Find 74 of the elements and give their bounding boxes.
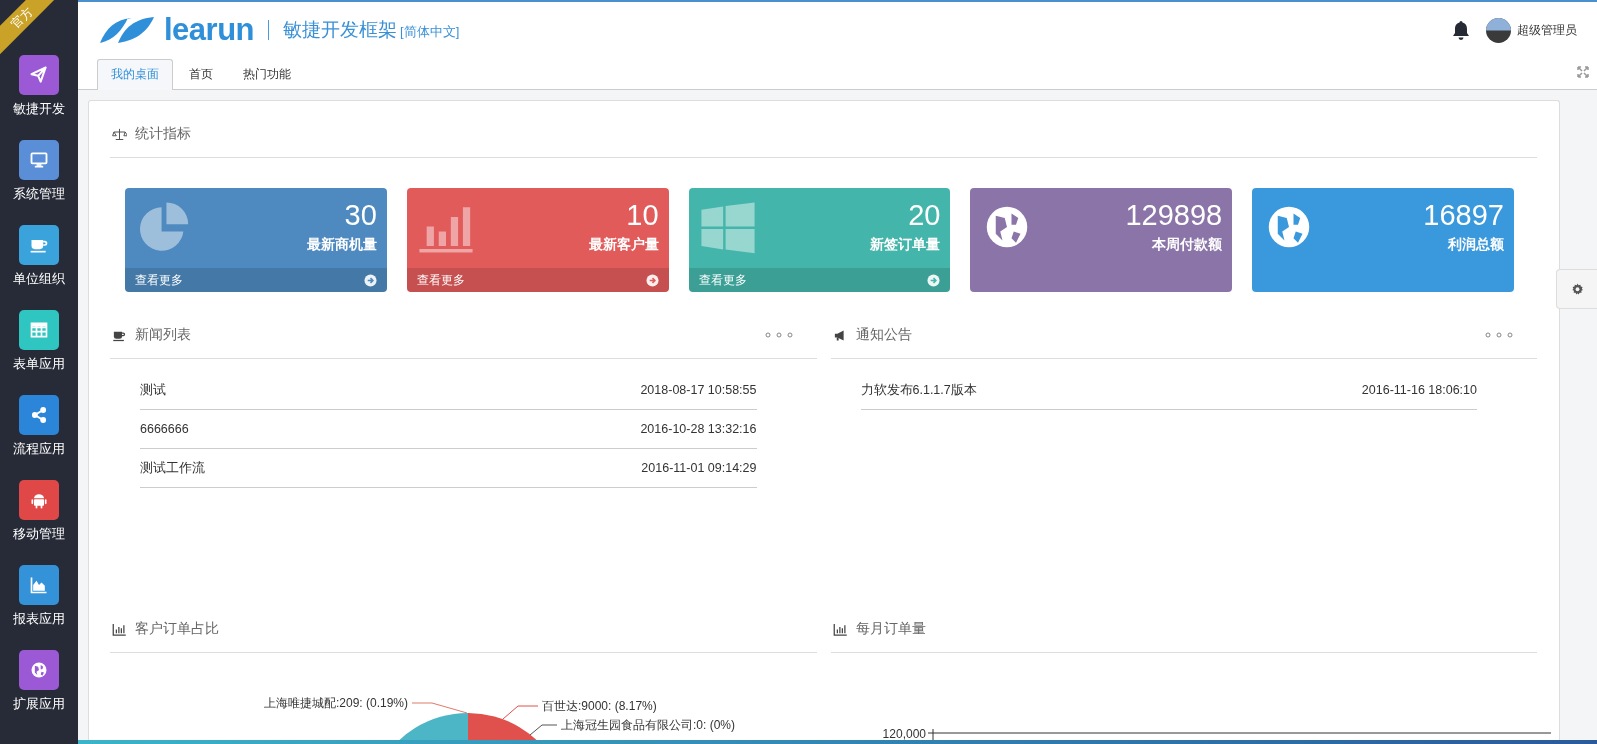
stat-value: 16897 — [1423, 198, 1504, 232]
balance-scale-icon — [112, 126, 127, 142]
list-item-title[interactable]: 测试 — [140, 381, 166, 399]
more-dots-icon[interactable] — [764, 332, 793, 338]
sidebar-item-label[interactable]: 报表应用 — [13, 611, 65, 628]
sidebar-item-label[interactable]: 移动管理 — [13, 526, 65, 543]
stat-value: 30 — [344, 198, 377, 232]
more-dots-icon[interactable] — [1485, 332, 1513, 338]
stat-value: 129898 — [1125, 198, 1223, 232]
bell-icon[interactable] — [1452, 20, 1470, 40]
list-item-time: 2016-11-16 18:06:10 — [1361, 383, 1477, 397]
leader-line — [529, 724, 558, 736]
settings-tab[interactable] — [1556, 269, 1597, 309]
chart-label: 百世达:9000: (8.17%) — [542, 699, 657, 713]
stat-value: 10 — [626, 198, 659, 232]
paper-plane-icon — [29, 65, 49, 85]
stat-label: 利润总额 — [1448, 236, 1504, 254]
sidebar-item-label[interactable]: 系统管理 — [13, 186, 65, 203]
sidebar-item-label[interactable]: 单位组织 — [13, 271, 65, 288]
menu-icon-tile[interactable] — [19, 140, 59, 180]
fullscreen-icon[interactable] — [1577, 66, 1589, 78]
logo-text: learun — [164, 12, 255, 48]
sidebar-item-label[interactable]: 敏捷开发 — [13, 101, 65, 118]
language-link[interactable]: [简体中文] — [400, 23, 460, 41]
list-item-time: 2016-10-28 13:32:16 — [640, 422, 757, 436]
section-title: 统计指标 — [135, 125, 192, 143]
sidebar-item-label[interactable]: 流程应用 — [13, 441, 65, 458]
menu-icon-tile[interactable] — [19, 225, 59, 265]
globe-icon — [29, 660, 49, 680]
stat-label: 最新商机量 — [306, 236, 377, 254]
user-name[interactable]: 超级管理员 — [1517, 21, 1577, 39]
chart-label: 上海唯捷城配:209: (0.19%) — [263, 696, 408, 710]
list-item-title[interactable]: 测试工作流 — [140, 459, 205, 477]
list-item-time: 2018-08-17 10:58:55 — [640, 383, 757, 397]
menu-icon-tile[interactable] — [19, 310, 59, 350]
bar-chart-icon — [832, 621, 848, 637]
section-title: 每月订单量 — [855, 620, 927, 638]
view-more-link[interactable]: 查看更多 — [135, 271, 183, 289]
arrow-circle-icon[interactable] — [927, 273, 941, 287]
section-title: 通知公告 — [855, 326, 913, 344]
menu-icon-tile[interactable] — [19, 395, 59, 435]
stat-value: 20 — [908, 198, 941, 232]
stat-label: 本周付款额 — [1152, 236, 1223, 254]
list-item-title[interactable]: 6666666 — [140, 422, 189, 436]
section-title: 客户订单占比 — [135, 620, 220, 638]
area-chart-icon — [29, 575, 49, 595]
menu-icon-tile[interactable] — [19, 565, 59, 605]
monitor-icon — [29, 150, 49, 170]
arrow-circle-icon[interactable] — [363, 273, 377, 287]
list-item-time: 2016-11-01 09:14:29 — [641, 461, 757, 475]
tab[interactable]: 热门功能 — [229, 59, 305, 89]
arrow-circle-icon[interactable] — [645, 273, 659, 287]
leaf-logo-icon — [98, 16, 156, 44]
menu-icon-tile[interactable] — [19, 55, 59, 95]
leader-line — [411, 702, 468, 714]
stat-label: 新签订单量 — [870, 236, 941, 254]
sidebar-item-label[interactable]: 扩展应用 — [13, 696, 65, 713]
avatar[interactable] — [1486, 17, 1511, 43]
stat-label: 最新客户量 — [588, 236, 659, 254]
tab[interactable]: 首页 — [175, 59, 227, 89]
menu-icon-tile[interactable] — [19, 650, 59, 690]
bar-chart-icon — [112, 621, 127, 637]
chart-label: 上海冠生园食品有限公司:0: (0%) — [561, 718, 735, 732]
settings-icon[interactable] — [1570, 282, 1584, 296]
leader-line — [502, 705, 539, 720]
menu-icon-tile[interactable] — [19, 480, 59, 520]
share-icon — [29, 405, 49, 425]
section-title: 新闻列表 — [135, 326, 192, 344]
table-icon — [29, 320, 49, 340]
view-more-link[interactable]: 查看更多 — [416, 271, 465, 289]
sidebar-item-label[interactable]: 表单应用 — [13, 356, 65, 373]
list-item-title[interactable]: 力软发布6.1.1.7版本 — [860, 381, 977, 399]
axis-tick-label: 120,000 — [882, 727, 926, 740]
app-title: 敏捷开发框架 — [283, 18, 398, 42]
